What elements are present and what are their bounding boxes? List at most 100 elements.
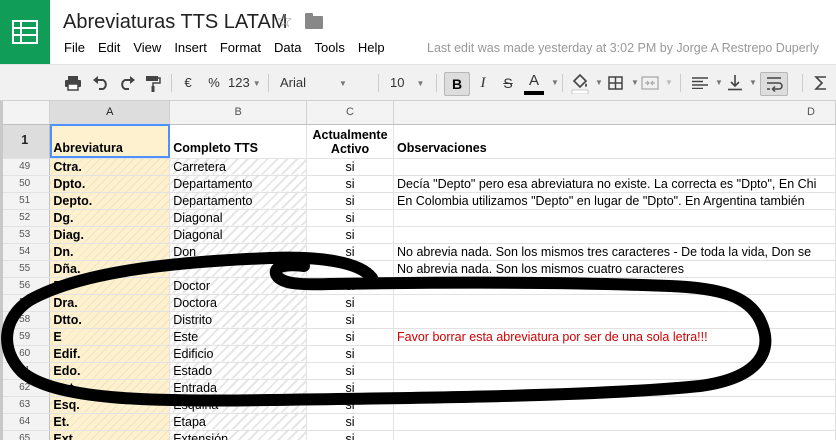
row-number[interactable]: 58 <box>0 311 51 329</box>
cell-completo[interactable]: Extensión <box>169 430 308 440</box>
row-number[interactable]: 59 <box>0 328 51 346</box>
cell-observaciones[interactable] <box>393 362 836 380</box>
cell-abreviatura[interactable]: Dtto. <box>49 311 171 329</box>
cell-completo[interactable]: Estado <box>169 362 308 380</box>
functions-icon[interactable] <box>814 76 828 90</box>
cell-abreviatura[interactable]: Et. <box>49 413 171 431</box>
cell-abreviatura[interactable]: E <box>49 328 171 346</box>
row-number[interactable]: 60 <box>0 345 51 363</box>
vertical-align-bottom-icon[interactable] <box>728 75 742 91</box>
redo-icon[interactable] <box>118 76 136 90</box>
cell-abreviatura[interactable]: Depto. <box>49 192 171 210</box>
cell-observaciones[interactable] <box>393 396 836 414</box>
cell-observaciones[interactable] <box>393 311 836 329</box>
row-number[interactable]: 54 <box>0 243 51 261</box>
cell-header-observaciones[interactable]: Observaciones <box>393 124 836 159</box>
borders-icon[interactable] <box>608 76 623 90</box>
cell-observaciones[interactable]: Favor borrar esta abreviatura por ser de… <box>393 328 836 346</box>
cell-activo[interactable]: si <box>306 396 395 414</box>
percent-format-button[interactable]: % <box>206 65 222 101</box>
chevron-down-icon[interactable]: ▼ <box>631 65 639 101</box>
cell-observaciones[interactable] <box>393 413 836 431</box>
cell-activo[interactable]: si <box>306 277 395 295</box>
row-number[interactable]: 63 <box>0 396 51 414</box>
cell-header-completo[interactable]: Completo TTS <box>169 124 308 159</box>
row-number[interactable]: 49 <box>0 158 51 176</box>
chevron-down-icon[interactable]: ▼ <box>551 65 559 101</box>
chevron-down-icon[interactable]: ▼ <box>715 65 723 101</box>
print-icon[interactable] <box>64 75 82 91</box>
menu-edit[interactable]: Edit <box>98 40 120 55</box>
paint-format-icon[interactable] <box>145 75 161 92</box>
cell-completo[interactable]: Departamento <box>169 192 308 210</box>
cell-abreviatura[interactable]: Esq. <box>49 396 171 414</box>
cell-observaciones[interactable] <box>393 158 836 176</box>
row-number[interactable]: 55 <box>0 260 51 278</box>
row-number[interactable]: 53 <box>0 226 51 244</box>
cell-completo[interactable]: Etapa <box>169 413 308 431</box>
cell-abreviatura[interactable]: Diag. <box>49 226 171 244</box>
cell-observaciones[interactable] <box>393 277 836 295</box>
fill-color-icon[interactable] <box>571 74 589 94</box>
cell-abreviatura[interactable]: Dn. <box>49 243 171 261</box>
cell-observaciones[interactable] <box>393 226 836 244</box>
italic-button[interactable]: I <box>476 65 490 101</box>
column-header-a[interactable]: A <box>49 101 171 125</box>
last-edit-link[interactable]: Last edit was made yesterday at 3:02 PM … <box>427 41 819 55</box>
cell-observaciones[interactable]: Decía "Depto" pero esa abreviatura no ex… <box>393 175 836 193</box>
row-number[interactable]: 52 <box>0 209 51 227</box>
cell-completo[interactable]: Este <box>169 328 308 346</box>
cell-activo[interactable]: si <box>306 192 395 210</box>
cell-completo[interactable]: Doctora <box>169 294 308 312</box>
merge-cells-icon[interactable] <box>641 76 659 90</box>
cell-header-abreviatura[interactable]: Abreviatura <box>49 124 171 159</box>
cell-completo[interactable]: Esquina <box>169 396 308 414</box>
cell-completo[interactable]: Distrito <box>169 311 308 329</box>
menu-tools[interactable]: Tools <box>314 40 344 55</box>
cell-abreviatura[interactable]: Dr. <box>49 277 171 295</box>
cell-activo[interactable]: si <box>306 311 395 329</box>
cell-abreviatura[interactable]: Edo. <box>49 362 171 380</box>
chevron-down-icon[interactable]: ▼ <box>595 65 603 101</box>
number-format-button[interactable]: 123 ▼ <box>228 65 262 101</box>
menu-data[interactable]: Data <box>274 40 301 55</box>
cell-observaciones[interactable] <box>393 209 836 227</box>
cell-activo[interactable]: si <box>306 328 395 346</box>
cell-activo[interactable]: si <box>306 243 395 261</box>
row-number[interactable]: 1 <box>0 124 51 159</box>
document-title[interactable]: Abreviaturas TTS LATAM <box>63 11 288 34</box>
font-size-select[interactable]: 10 ▼ <box>390 65 430 101</box>
cell-completo[interactable] <box>169 260 308 278</box>
row-number[interactable]: 65 <box>0 430 51 440</box>
row-number[interactable]: 61 <box>0 362 51 380</box>
cell-completo[interactable]: Edificio <box>169 345 308 363</box>
cell-abreviatura[interactable]: Ent. <box>49 379 171 397</box>
cell-observaciones[interactable] <box>393 379 836 397</box>
column-header-c[interactable]: C <box>306 101 395 125</box>
cell-activo[interactable]: si <box>306 430 395 440</box>
menu-help[interactable]: Help <box>358 40 385 55</box>
cell-observaciones[interactable] <box>393 430 836 440</box>
cell-header-actualmente-activo[interactable]: Actualmente Activo <box>306 124 395 159</box>
bold-button[interactable]: B <box>444 72 470 96</box>
cell-completo[interactable]: Carretera <box>169 158 308 176</box>
cell-activo[interactable]: si <box>306 362 395 380</box>
cell-observaciones[interactable] <box>393 294 836 312</box>
cell-activo[interactable]: si <box>306 226 395 244</box>
cell-activo[interactable]: si <box>306 209 395 227</box>
row-number[interactable]: 57 <box>0 294 51 312</box>
column-header-d[interactable]: D <box>393 101 836 125</box>
cell-activo[interactable]: si <box>306 345 395 363</box>
cell-observaciones[interactable] <box>393 345 836 363</box>
cell-activo[interactable]: si <box>306 379 395 397</box>
text-color-button[interactable]: A <box>526 65 542 101</box>
cell-observaciones[interactable]: No abrevia nada. Son los mismos tres car… <box>393 243 836 261</box>
sheets-logo[interactable] <box>0 0 50 64</box>
row-number[interactable]: 51 <box>0 192 51 210</box>
cell-completo[interactable]: Diagonal <box>169 209 308 227</box>
cell-activo[interactable] <box>306 260 395 278</box>
menu-view[interactable]: View <box>133 40 161 55</box>
cell-observaciones[interactable]: En Colombia utilizamos "Depto" en lugar … <box>393 192 836 210</box>
cell-completo[interactable]: Departamento <box>169 175 308 193</box>
cell-activo[interactable]: si <box>306 413 395 431</box>
